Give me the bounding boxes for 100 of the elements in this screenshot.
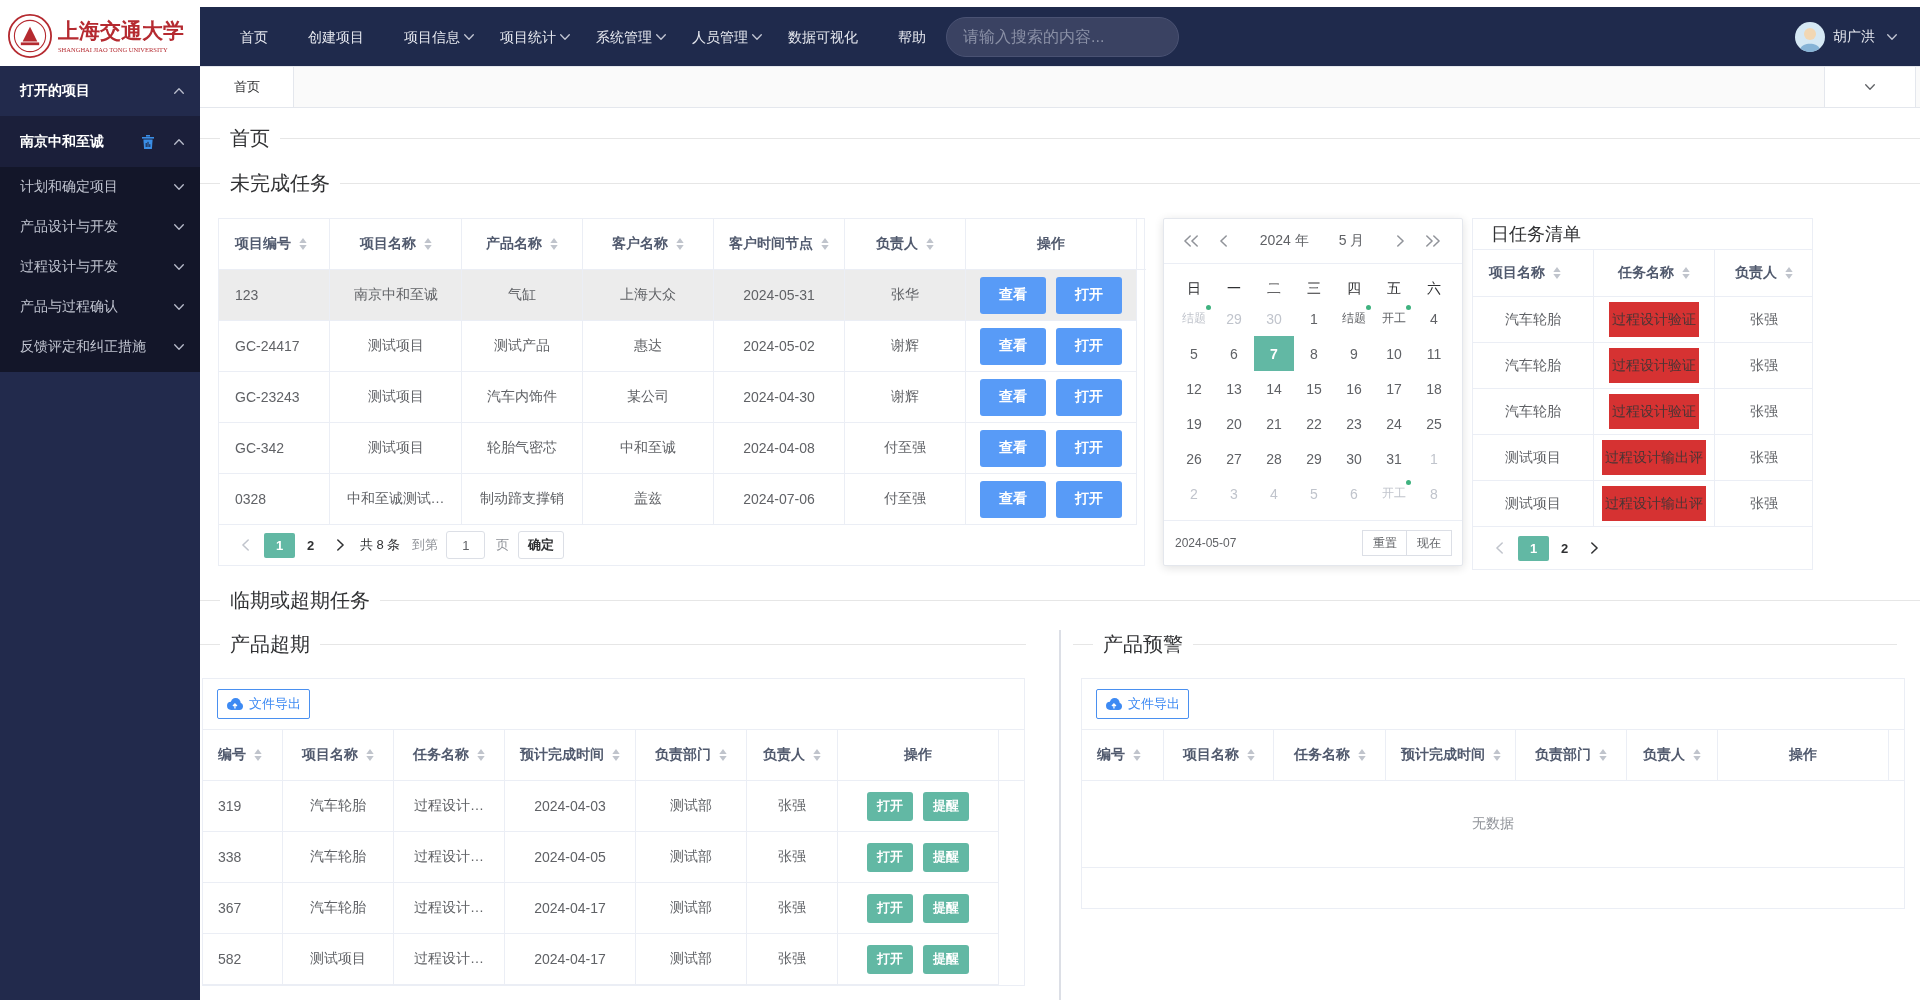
calendar-day[interactable]: 31 (1374, 441, 1414, 476)
page-button[interactable]: 2 (1549, 535, 1580, 561)
confirm-button[interactable]: 确定 (518, 531, 565, 559)
trash-icon[interactable] (142, 134, 154, 149)
sort-icon[interactable] (1492, 749, 1501, 761)
sort-icon[interactable] (1599, 749, 1607, 761)
search-field[interactable]: 请输入搜索的内容... (946, 16, 1179, 57)
sort-icon[interactable] (1553, 267, 1561, 279)
calendar-day[interactable]: 29 (1294, 441, 1334, 476)
sort-icon[interactable] (254, 749, 262, 761)
table-cell: 测试项目 (283, 934, 394, 985)
nav-menu-item[interactable]: 系统管理 (576, 7, 672, 66)
sort-icon[interactable] (1693, 749, 1701, 761)
table-cell: 582 (203, 934, 283, 985)
calendar-day[interactable]: 4 (1414, 301, 1454, 336)
nav-menu-item[interactable]: 首页 (220, 7, 288, 66)
calendar-day[interactable]: 结题 (1334, 301, 1374, 336)
calendar-day[interactable]: 23 (1334, 406, 1374, 441)
year-label[interactable]: 2024 年 (1259, 232, 1309, 250)
sort-icon[interactable] (676, 238, 684, 250)
calendar-day[interactable]: 开工 (1374, 301, 1414, 336)
calendar-day[interactable]: 17 (1374, 371, 1414, 406)
sort-icon[interactable] (1682, 267, 1690, 279)
sort-icon[interactable] (299, 238, 307, 250)
nav-menu-item[interactable]: 项目信息 (384, 7, 480, 66)
calendar-day[interactable]: 28 (1254, 441, 1294, 476)
calendar-day[interactable]: 12 (1174, 371, 1214, 406)
calendar-day[interactable]: 1 (1294, 301, 1334, 336)
calendar-day[interactable]: 30 (1334, 441, 1374, 476)
nav-menu-item[interactable]: 项目统计 (480, 7, 576, 66)
next-year-button[interactable] (1426, 235, 1440, 247)
tab[interactable]: 首页 (200, 67, 294, 107)
submenu-item[interactable]: 过程设计与开发 (0, 247, 200, 287)
calendar-day[interactable]: 9 (1334, 336, 1374, 371)
submenu-item[interactable]: 产品与过程确认 (0, 287, 200, 327)
tab-menu-button[interactable] (1824, 67, 1916, 107)
nav-menu-item[interactable]: 帮助 (878, 7, 946, 66)
calendar-day[interactable]: 13 (1214, 371, 1254, 406)
column-header: 操作 (904, 746, 932, 764)
sort-icon[interactable] (612, 749, 620, 761)
now-button[interactable]: 现在 (1407, 530, 1452, 556)
calendar-day[interactable]: 20 (1214, 406, 1254, 441)
calendar-day[interactable]: 21 (1254, 406, 1294, 441)
calendar-day[interactable]: 18 (1414, 371, 1454, 406)
sort-icon[interactable] (366, 749, 374, 761)
table-cell: 盖兹 (583, 474, 714, 525)
sort-icon[interactable] (821, 238, 829, 250)
sort-icon[interactable] (477, 749, 485, 761)
nav-menu-item[interactable]: 创建项目 (288, 7, 384, 66)
calendar-day[interactable]: 15 (1294, 371, 1334, 406)
column-header: 项目名称 (302, 746, 358, 764)
submenu-item[interactable]: 计划和确定项目 (0, 167, 200, 207)
calendar-day[interactable]: 24 (1374, 406, 1414, 441)
next-month-button[interactable] (1397, 235, 1404, 247)
previous-year-button[interactable] (1184, 235, 1198, 247)
column-header: 编号 (218, 746, 246, 764)
calendar-day[interactable]: 8 (1294, 336, 1334, 371)
sort-icon[interactable] (813, 749, 821, 761)
calendar-day[interactable]: 26 (1174, 441, 1214, 476)
calendar-day[interactable]: 25 (1414, 406, 1454, 441)
calendar-day[interactable]: 22 (1294, 406, 1334, 441)
sort-icon[interactable] (1133, 749, 1141, 761)
emblem-icon (8, 14, 52, 58)
nav-menu-item[interactable]: 数据可视化 (768, 7, 878, 66)
double-chevron-left-icon (1184, 235, 1198, 247)
user-menu[interactable]: 胡广洪 (1795, 21, 1897, 52)
calendar-day[interactable]: 19 (1174, 406, 1214, 441)
chevron-left-icon (1495, 542, 1503, 554)
column-header: 预计完成时间 (1400, 746, 1485, 764)
sort-icon[interactable] (550, 238, 558, 250)
calendar-day[interactable]: 11 (1414, 336, 1454, 371)
submenu-item[interactable]: 产品设计与开发 (0, 207, 200, 247)
month-label[interactable]: 5 月 (1338, 232, 1365, 250)
calendar-day[interactable]: 27 (1214, 441, 1254, 476)
sort-icon[interactable] (423, 238, 432, 250)
nav-menu-item[interactable]: 人员管理 (672, 7, 768, 66)
sort-icon[interactable] (1357, 749, 1366, 761)
column-header: 客户名称 (612, 235, 668, 253)
calendar-day[interactable]: 10 (1374, 336, 1414, 371)
sort-icon[interactable] (719, 749, 727, 761)
export-button[interactable]: 文件导出 (217, 689, 310, 719)
project-menu-item[interactable]: 南京中和至诚 (0, 116, 200, 167)
menu-group-header[interactable]: 打开的项目 (0, 66, 200, 116)
calendar-day[interactable]: 6 (1214, 336, 1254, 371)
page-number-field[interactable]: 1 (446, 531, 486, 559)
section-title: 产品预警 (1103, 632, 1183, 657)
page-button[interactable]: 2 (295, 532, 326, 558)
export-button[interactable]: 文件导出 (1096, 689, 1189, 719)
submenu-item[interactable]: 反馈评定和纠正措施 (0, 327, 200, 367)
calendar-day[interactable]: 5 (1174, 336, 1214, 371)
reset-button[interactable]: 重置 (1362, 530, 1407, 556)
calendar-day[interactable]: 16 (1334, 371, 1374, 406)
chevron-right-icon (1590, 542, 1598, 554)
sort-icon[interactable] (1246, 749, 1255, 761)
sort-icon[interactable] (926, 238, 934, 250)
column-header: 负责人 (876, 235, 918, 253)
previous-month-button[interactable] (1220, 235, 1227, 247)
sort-icon[interactable] (1784, 267, 1793, 279)
chevron-down-icon (656, 33, 666, 40)
calendar-day[interactable]: 14 (1254, 371, 1294, 406)
